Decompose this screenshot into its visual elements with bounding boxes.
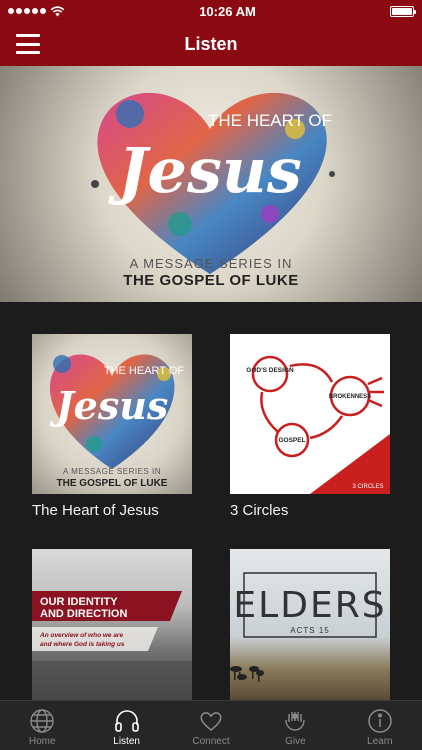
hero-main-text: THE GOSPEL OF LUKE xyxy=(123,272,299,289)
series-artwork: ELDERS ACTS 15 xyxy=(230,549,390,700)
heart-artwork: THE HEART OF Jesus A MESSAGE SERIES IN T… xyxy=(50,354,185,489)
tab-label: Listen xyxy=(113,736,140,747)
circle-label-gospel: GOSPEL xyxy=(278,437,305,444)
identity-desc-1: An overview of who we are xyxy=(39,632,123,639)
identity-line-1: OUR IDENTITY xyxy=(40,596,118,608)
tab-bar: Home Listen Connect Give Learn xyxy=(0,700,422,750)
three-circles-artwork: GOD'S DESIGN BROKENNESS GOSPEL 3 CIRCLES xyxy=(246,355,390,494)
series-artwork: THE HEART OF Jesus A MESSAGE SERIES IN T… xyxy=(32,334,192,494)
wifi-icon xyxy=(50,5,65,16)
series-title: 3 Circles xyxy=(230,502,289,519)
tab-connect[interactable]: Connect xyxy=(169,701,253,750)
circle-badge: 3 CIRCLES xyxy=(352,484,383,490)
elders-subtitle: ACTS 15 xyxy=(290,626,329,635)
elders-title: ELDERS xyxy=(233,585,386,626)
signal-indicator xyxy=(8,5,65,17)
circle-label-design: GOD'S DESIGN xyxy=(246,367,294,374)
card-art-title: THE HEART OF xyxy=(104,365,185,377)
tab-label: Connect xyxy=(192,736,230,747)
card-art-word: Jesus xyxy=(50,383,169,428)
menu-icon[interactable] xyxy=(16,34,40,54)
hands-icon xyxy=(285,712,306,731)
status-bar: 10:26 AM xyxy=(0,0,422,22)
status-time: 10:26 AM xyxy=(199,3,256,19)
page-title: Listen xyxy=(184,33,238,54)
series-title: The Heart of Jesus xyxy=(32,502,159,519)
tab-label: Home xyxy=(28,736,56,747)
series-artwork: OUR IDENTITY AND DIRECTION An overview o… xyxy=(32,549,192,700)
tab-learn[interactable]: Learn xyxy=(338,701,422,750)
series-card-heart-of-jesus[interactable]: THE HEART OF Jesus A MESSAGE SERIES IN T… xyxy=(32,334,192,519)
hero-subtitle: A MESSAGE SERIES IN xyxy=(129,256,293,271)
hero-art-word: Jesus xyxy=(108,134,302,207)
battery-level xyxy=(391,7,412,15)
tab-give[interactable]: Give xyxy=(253,701,337,750)
series-card-identity-direction[interactable]: OUR IDENTITY AND DIRECTION An overview o… xyxy=(32,549,192,700)
circle-label-brokenness: BROKENNESS xyxy=(329,394,371,400)
identity-desc-2: and where God is taking us xyxy=(40,641,125,648)
series-card-elders[interactable]: ELDERS ACTS 15 xyxy=(230,549,390,700)
info-icon xyxy=(368,709,392,733)
globe-icon xyxy=(30,709,54,733)
series-artwork: GOD'S DESIGN BROKENNESS GOSPEL 3 CIRCLES xyxy=(230,334,390,494)
headphones-icon xyxy=(114,710,139,732)
hero-art-title: THE HEART OF xyxy=(208,111,332,130)
hero-carousel[interactable]: THE HEART OF Jesus A MESSAGE SERIES IN T… xyxy=(0,66,422,302)
card-art-subtitle: A MESSAGE SERIES IN xyxy=(63,467,161,476)
signal-strength-icon xyxy=(8,8,46,14)
nav-bar: Listen xyxy=(0,22,422,66)
elders-artwork: ELDERS ACTS 15 xyxy=(230,572,386,682)
identity-line-2: AND DIRECTION xyxy=(40,608,127,620)
battery-icon xyxy=(389,5,416,17)
series-grid: THE HEART OF Jesus A MESSAGE SERIES IN T… xyxy=(0,302,422,700)
identity-artwork: OUR IDENTITY AND DIRECTION An overview o… xyxy=(32,591,192,700)
heart-icon xyxy=(200,712,222,731)
tab-home[interactable]: Home xyxy=(0,701,84,750)
series-card-3-circles[interactable]: GOD'S DESIGN BROKENNESS GOSPEL 3 CIRCLES… xyxy=(230,334,390,519)
hero-heart-artwork: THE HEART OF Jesus xyxy=(91,92,335,274)
tab-listen[interactable]: Listen xyxy=(84,701,168,750)
tab-label: Learn xyxy=(367,736,393,747)
tab-label: Give xyxy=(285,736,306,747)
card-art-main: THE GOSPEL OF LUKE xyxy=(57,478,168,489)
